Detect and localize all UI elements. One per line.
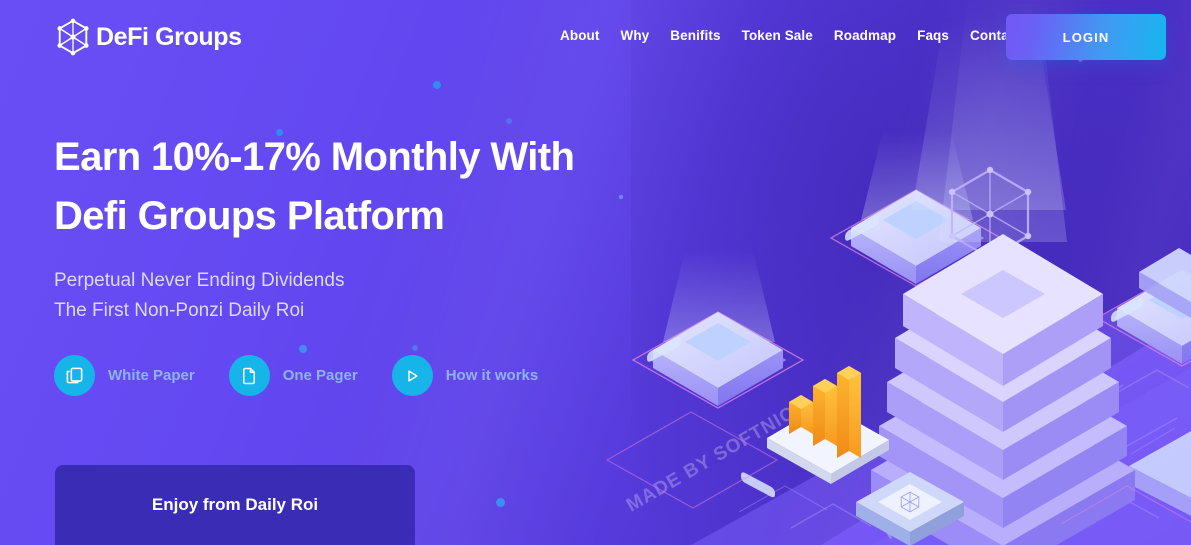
nav-item-faqs[interactable]: Faqs xyxy=(917,28,949,43)
subtitle-line-2: The First Non-Ponzi Daily Roi xyxy=(54,300,305,321)
page-title: Earn 10%-17% Monthly With Defi Groups Pl… xyxy=(54,128,694,246)
nav-item-about[interactable]: About xyxy=(560,28,599,43)
nav-item-roadmap[interactable]: Roadmap xyxy=(834,28,896,43)
nav-item-token-sale[interactable]: Token Sale xyxy=(742,28,813,43)
daily-roi-card[interactable]: Enjoy from Daily Roi xyxy=(55,465,415,545)
how-it-works-label: How it works xyxy=(445,367,539,384)
hexagon-network-icon xyxy=(54,18,92,56)
one-pager-label: One Pager xyxy=(282,367,358,384)
nav-item-benifits[interactable]: Benifits xyxy=(670,28,720,43)
subtitle-line-1: Perpetual Never Ending Dividends xyxy=(54,270,345,291)
site-header: DeFi Groups About Why Benifits Token Sal… xyxy=(0,0,1191,74)
decorative-dot xyxy=(433,81,441,89)
white-paper-label: White Paper xyxy=(108,367,195,384)
hero-section: MADE BY SOFTNIC MADE BY SOFTNIC xyxy=(0,0,1191,545)
headline-line-1: Earn 10%-17% Monthly With xyxy=(54,135,575,179)
login-button[interactable]: LOGIN xyxy=(1006,14,1166,60)
hero-subtitle: Perpetual Never Ending Dividends The Fir… xyxy=(54,266,694,326)
how-it-works-link[interactable]: How it works xyxy=(391,355,539,396)
hero-copy: Earn 10%-17% Monthly With Defi Groups Pl… xyxy=(54,128,694,396)
headline-line-2: Defi Groups Platform xyxy=(54,194,445,238)
document-page-icon xyxy=(228,355,270,396)
play-icon xyxy=(391,355,433,396)
nav-item-why[interactable]: Why xyxy=(620,28,649,43)
main-navigation: About Why Benifits Token Sale Roadmap Fa… xyxy=(560,28,1021,43)
brand-logo[interactable]: DeFi Groups xyxy=(54,18,242,56)
brand-name: DeFi Groups xyxy=(96,22,242,51)
decorative-dot xyxy=(496,498,505,507)
one-pager-link[interactable]: One Pager xyxy=(228,355,358,396)
daily-roi-card-title: Enjoy from Daily Roi xyxy=(151,495,319,514)
hero-action-links: White Paper One Pager How it works xyxy=(54,355,694,396)
svg-text:MADE BY SOFTNIC: MADE BY SOFTNIC xyxy=(623,403,799,517)
documents-copy-icon xyxy=(54,355,95,396)
white-paper-link[interactable]: White Paper xyxy=(54,355,195,396)
decorative-dot xyxy=(506,118,512,124)
